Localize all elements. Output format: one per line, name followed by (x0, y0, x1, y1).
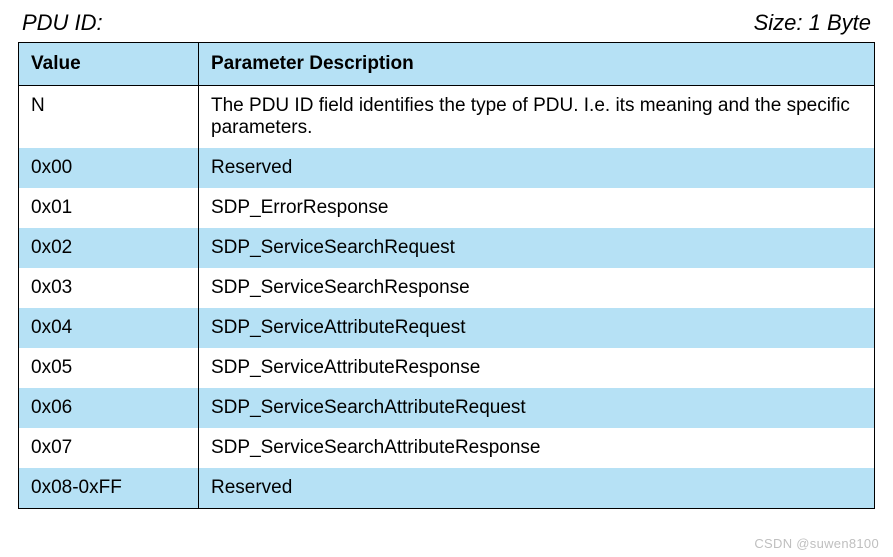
table-row: 0x04 SDP_ServiceAttributeRequest (19, 308, 875, 348)
cell-desc: The PDU ID field identifies the type of … (199, 86, 875, 149)
cell-value: 0x00 (19, 148, 199, 188)
cell-desc: Reserved (199, 148, 875, 188)
cell-desc: SDP_ServiceSearchRequest (199, 228, 875, 268)
cell-desc: SDP_ServiceAttributeRequest (199, 308, 875, 348)
table-row: 0x08-0xFF Reserved (19, 468, 875, 509)
table-row: 0x02 SDP_ServiceSearchRequest (19, 228, 875, 268)
watermark: CSDN @suwen8100 (754, 536, 879, 551)
field-size: Size: 1 Byte (754, 10, 871, 36)
cell-value: 0x02 (19, 228, 199, 268)
table-row: 0x06 SDP_ServiceSearchAttributeRequest (19, 388, 875, 428)
table-row: 0x07 SDP_ServiceSearchAttributeResponse (19, 428, 875, 468)
cell-desc: SDP_ServiceSearchResponse (199, 268, 875, 308)
cell-desc: Reserved (199, 468, 875, 509)
cell-value: 0x04 (19, 308, 199, 348)
table-caption: PDU ID: Size: 1 Byte (18, 10, 875, 42)
table-row: 0x01 SDP_ErrorResponse (19, 188, 875, 228)
cell-value: 0x08-0xFF (19, 468, 199, 509)
table-row: 0x00 Reserved (19, 148, 875, 188)
field-name: PDU ID: (22, 10, 103, 36)
cell-value: 0x06 (19, 388, 199, 428)
table-header-row: Value Parameter Description (19, 43, 875, 86)
cell-value: 0x01 (19, 188, 199, 228)
cell-value: N (19, 86, 199, 149)
cell-desc: SDP_ServiceAttributeResponse (199, 348, 875, 388)
pdu-id-table: Value Parameter Description N The PDU ID… (18, 42, 875, 509)
table-row: N The PDU ID field identifies the type o… (19, 86, 875, 149)
cell-desc: SDP_ServiceSearchAttributeRequest (199, 388, 875, 428)
cell-desc: SDP_ServiceSearchAttributeResponse (199, 428, 875, 468)
col-header-value: Value (19, 43, 199, 86)
table-row: 0x05 SDP_ServiceAttributeResponse (19, 348, 875, 388)
cell-value: 0x03 (19, 268, 199, 308)
table-row: 0x03 SDP_ServiceSearchResponse (19, 268, 875, 308)
cell-desc: SDP_ErrorResponse (199, 188, 875, 228)
cell-value: 0x05 (19, 348, 199, 388)
col-header-desc: Parameter Description (199, 43, 875, 86)
cell-value: 0x07 (19, 428, 199, 468)
